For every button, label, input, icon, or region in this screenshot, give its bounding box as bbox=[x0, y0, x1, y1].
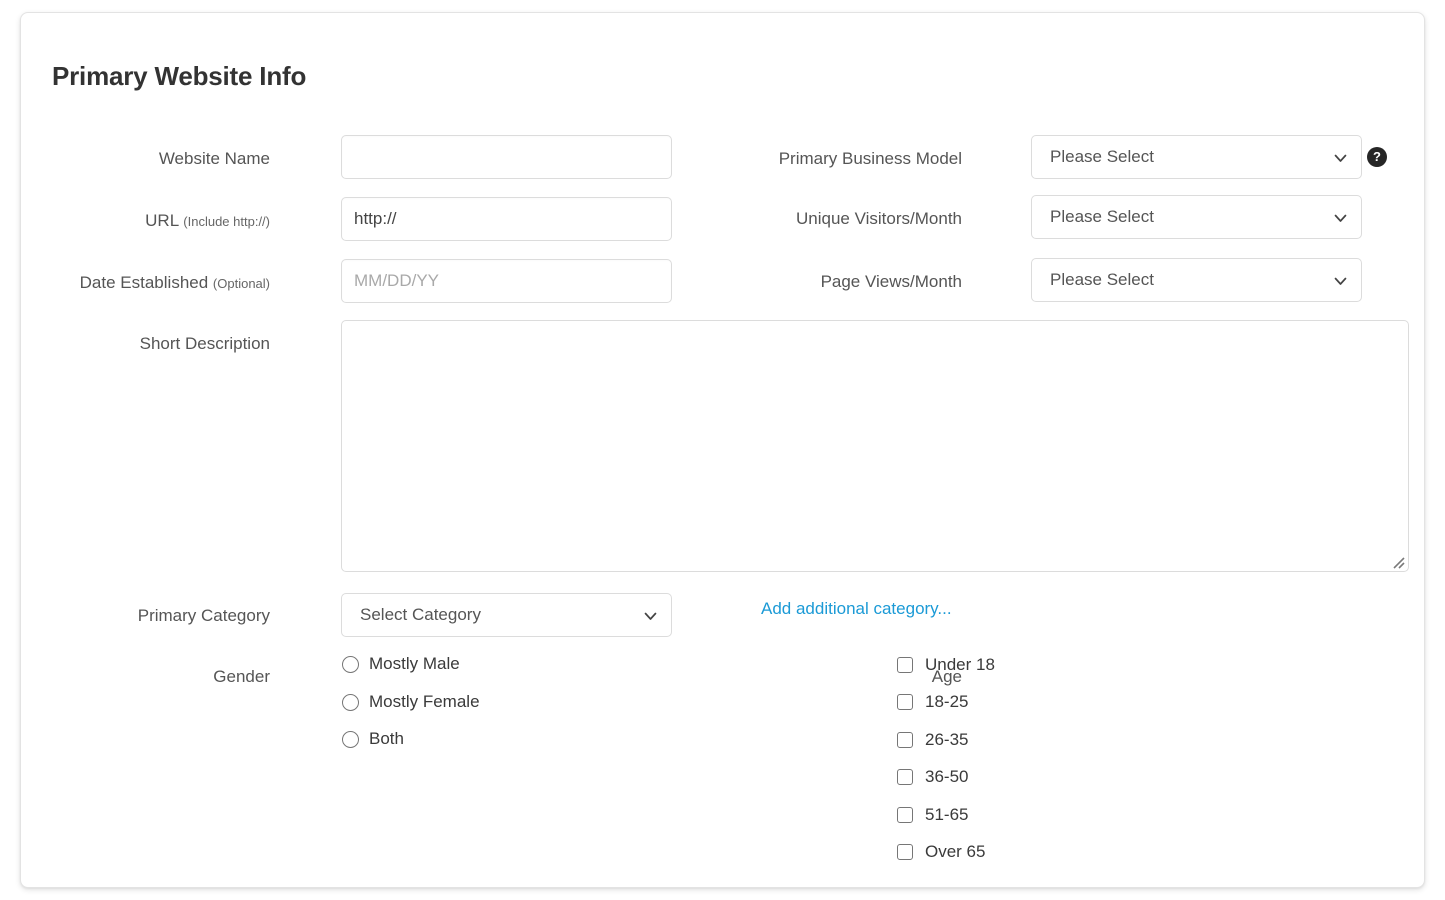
gender-option-label: Both bbox=[369, 729, 404, 748]
age-option-under-18[interactable]: Under 18 bbox=[897, 655, 995, 675]
short-description-label: Short Description bbox=[140, 335, 270, 352]
gender-label-text: Gender bbox=[213, 667, 270, 686]
page-root: Primary Website Info Website Name URL (I… bbox=[0, 0, 1445, 900]
checkbox-icon[interactable] bbox=[897, 732, 913, 748]
primary-category-label: Primary Category bbox=[138, 607, 270, 624]
age-option-18-25[interactable]: 18-25 bbox=[897, 692, 968, 712]
age-option-label: 36-50 bbox=[925, 767, 969, 786]
radio-icon[interactable] bbox=[342, 730, 359, 748]
checkbox-icon[interactable] bbox=[897, 844, 913, 860]
primary-business-model-select[interactable]: Please Select bbox=[1031, 135, 1362, 179]
page-title: Primary Website Info bbox=[52, 61, 307, 91]
date-established-label: Date Established (Optional) bbox=[80, 274, 270, 291]
primary-website-info-card: Primary Website Info Website Name URL (I… bbox=[20, 12, 1425, 888]
page-views-label: Page Views/Month bbox=[821, 273, 962, 290]
age-option-label: Under 18 bbox=[925, 655, 995, 674]
page-views-selected-value: Please Select bbox=[1050, 270, 1154, 289]
age-option-label: 18-25 bbox=[925, 692, 969, 711]
date-established-input[interactable] bbox=[341, 259, 672, 303]
gender-option-label: Mostly Female bbox=[369, 692, 480, 711]
age-option-26-35[interactable]: 26-35 bbox=[897, 730, 968, 750]
primary-business-model-label: Primary Business Model bbox=[779, 150, 962, 167]
age-option-51-65[interactable]: 51-65 bbox=[897, 805, 968, 825]
checkbox-icon[interactable] bbox=[897, 694, 913, 710]
primary-business-model-label-text: Primary Business Model bbox=[778, 149, 962, 168]
age-option-label: 26-35 bbox=[925, 730, 969, 749]
website-name-input[interactable] bbox=[341, 135, 672, 179]
primary-business-model-selected-value: Please Select bbox=[1050, 147, 1154, 166]
chevron-down-icon bbox=[1334, 152, 1347, 165]
gender-option-mostly-female[interactable]: Mostly Female bbox=[342, 692, 480, 712]
url-input[interactable] bbox=[341, 197, 672, 241]
chevron-down-icon bbox=[644, 610, 657, 623]
age-option-over-65[interactable]: Over 65 bbox=[897, 842, 985, 862]
primary-category-select[interactable]: Select Category bbox=[341, 593, 672, 637]
radio-icon[interactable] bbox=[342, 693, 359, 711]
gender-option-mostly-male[interactable]: Mostly Male bbox=[342, 654, 460, 674]
chevron-down-icon bbox=[1334, 212, 1347, 225]
question-mark-icon[interactable]: ? bbox=[1367, 147, 1387, 167]
age-option-label: 51-65 bbox=[925, 805, 969, 824]
chevron-down-icon bbox=[1334, 275, 1347, 288]
checkbox-icon[interactable] bbox=[897, 657, 913, 673]
website-name-label-text: Website Name bbox=[158, 149, 270, 168]
checkbox-icon[interactable] bbox=[897, 769, 913, 785]
unique-visitors-label-text: Unique Visitors/Month bbox=[796, 209, 962, 228]
url-label-text: URL bbox=[145, 211, 179, 230]
gender-label: Gender bbox=[213, 668, 270, 685]
gender-option-label: Mostly Male bbox=[369, 654, 460, 673]
website-name-label: Website Name bbox=[159, 150, 270, 167]
short-description-label-text: Short Description bbox=[139, 334, 270, 353]
gender-option-both[interactable]: Both bbox=[342, 729, 404, 749]
add-additional-category-link[interactable]: Add additional category... bbox=[761, 599, 952, 619]
unique-visitors-selected-value: Please Select bbox=[1050, 207, 1154, 226]
radio-icon[interactable] bbox=[342, 655, 359, 673]
age-option-36-50[interactable]: 36-50 bbox=[897, 767, 968, 787]
unique-visitors-select[interactable]: Please Select bbox=[1031, 195, 1362, 239]
date-established-label-text: Date Established bbox=[79, 273, 209, 292]
date-established-label-sub: (Optional) bbox=[212, 276, 270, 291]
url-label: URL (Include http://) bbox=[145, 212, 270, 229]
unique-visitors-label: Unique Visitors/Month bbox=[796, 210, 962, 227]
page-views-label-text: Page Views/Month bbox=[820, 272, 962, 291]
short-description-textarea[interactable] bbox=[341, 320, 1409, 572]
age-option-label: Over 65 bbox=[925, 842, 986, 861]
primary-category-selected-value: Select Category bbox=[360, 605, 481, 624]
checkbox-icon[interactable] bbox=[897, 807, 913, 823]
url-label-sub: (Include http://) bbox=[183, 214, 270, 229]
page-views-select[interactable]: Please Select bbox=[1031, 258, 1362, 302]
primary-category-label-text: Primary Category bbox=[137, 606, 270, 625]
